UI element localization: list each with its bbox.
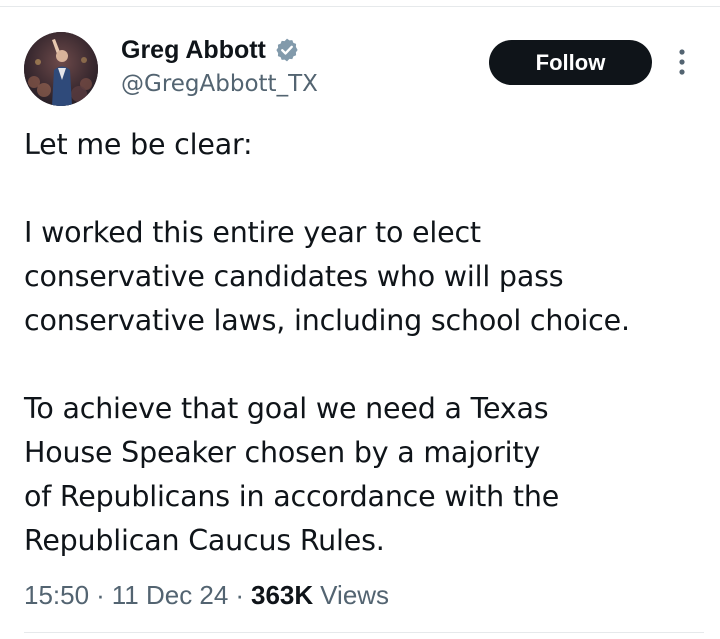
tweet-meta: 15:50 · 11 Dec 24 · 363K Views (24, 575, 389, 615)
tweet-line: House Speaker chosen by a majority (24, 436, 541, 469)
views-label[interactable]: Views (320, 580, 389, 611)
more-options-button[interactable] (668, 44, 696, 80)
bottom-divider (24, 632, 704, 633)
meta-separator: · (235, 579, 245, 610)
tweet-line: I worked this entire year to elect (24, 216, 481, 249)
tweet-text: Let me be clear: I worked this entire ye… (24, 123, 714, 563)
avatar-image (24, 32, 98, 106)
tweet-time[interactable]: 15:50 (24, 580, 89, 611)
meta-separator: · (96, 579, 105, 610)
avatar[interactable] (24, 32, 98, 106)
author-name-row: Greg Abbott (121, 33, 300, 67)
author-handle[interactable]: @GregAbbott_TX (121, 68, 318, 100)
tweet-line: conservative laws, including school choi… (24, 304, 630, 337)
views-count[interactable]: 363K (251, 580, 313, 611)
author-display-name[interactable]: Greg Abbott (121, 33, 266, 67)
tweet-line: To achieve that goal we need a Texas (24, 392, 549, 425)
tweet-line: of Republicans in accordance with the (24, 480, 560, 513)
follow-button[interactable]: Follow (489, 40, 652, 85)
tweet-date[interactable]: 11 Dec 24 (112, 580, 229, 611)
verified-badge-icon (276, 38, 298, 62)
more-vertical-icon (679, 49, 685, 75)
tweet-line: conservative candidates who will pass (24, 260, 564, 293)
tweet-line: Let me be clear: (24, 128, 253, 161)
tweet-line: Republican Caucus Rules. (24, 524, 385, 557)
top-divider (0, 6, 720, 7)
